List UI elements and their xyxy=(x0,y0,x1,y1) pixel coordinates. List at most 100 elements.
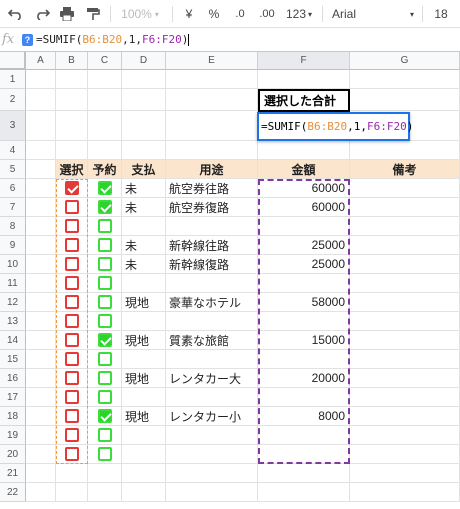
formula-text[interactable]: =SUMIF(B6:B20,1,F6:F20) xyxy=(36,33,190,46)
column-header-f[interactable]: F xyxy=(258,52,350,70)
cell-c21[interactable] xyxy=(88,464,122,483)
column-header-e[interactable]: E xyxy=(166,52,258,70)
row-header-13[interactable]: 13 xyxy=(0,312,26,331)
row-header-15[interactable]: 15 xyxy=(0,350,26,369)
cell-a8[interactable] xyxy=(26,217,56,236)
column-header-c[interactable]: C xyxy=(88,52,122,70)
payment-cell[interactable] xyxy=(122,426,166,445)
cell-g2[interactable] xyxy=(350,89,460,111)
paint-format-icon[interactable] xyxy=(83,0,103,28)
cell-b22[interactable] xyxy=(56,483,88,502)
cell-d4[interactable] xyxy=(122,141,166,160)
cell-g10[interactable] xyxy=(350,255,460,274)
reserve-checkbox[interactable] xyxy=(97,352,112,366)
cell-a5[interactable] xyxy=(26,160,56,179)
reserve-checkbox[interactable] xyxy=(97,333,112,347)
cell-g20[interactable] xyxy=(350,445,460,464)
cell-g8[interactable] xyxy=(350,217,460,236)
cell-g14[interactable] xyxy=(350,331,460,350)
payment-cell[interactable]: 未 xyxy=(122,179,166,198)
purpose-cell[interactable]: 新幹線復路 xyxy=(166,255,258,274)
font-select[interactable]: Arial ▾ xyxy=(332,0,414,28)
percent-button[interactable]: % xyxy=(206,0,222,28)
cell-g1[interactable] xyxy=(350,70,460,89)
cell-c3[interactable] xyxy=(88,111,122,141)
cell-a20[interactable] xyxy=(26,445,56,464)
cell-e2[interactable] xyxy=(166,89,258,111)
print-icon[interactable] xyxy=(57,0,77,28)
payment-cell[interactable] xyxy=(122,388,166,407)
row-header-10[interactable]: 10 xyxy=(0,255,26,274)
cell-e1[interactable] xyxy=(166,70,258,89)
row-header-11[interactable]: 11 xyxy=(0,274,26,293)
cell-g16[interactable] xyxy=(350,369,460,388)
cell-g11[interactable] xyxy=(350,274,460,293)
cell-g17[interactable] xyxy=(350,388,460,407)
payment-cell[interactable] xyxy=(122,312,166,331)
cell-d22[interactable] xyxy=(122,483,166,502)
cell-a19[interactable] xyxy=(26,426,56,445)
cell-c4[interactable] xyxy=(88,141,122,160)
row-header-3[interactable]: 3 xyxy=(0,111,26,141)
purpose-cell[interactable]: 新幹線往路 xyxy=(166,236,258,255)
row-header-9[interactable]: 9 xyxy=(0,236,26,255)
reserve-checkbox[interactable] xyxy=(97,238,112,252)
select-all-corner[interactable] xyxy=(0,52,26,70)
payment-cell[interactable] xyxy=(122,350,166,369)
payment-cell[interactable]: 未 xyxy=(122,236,166,255)
reserve-checkbox[interactable] xyxy=(97,390,112,404)
row-header-2[interactable]: 2 xyxy=(0,89,26,111)
cell-g18[interactable] xyxy=(350,407,460,426)
payment-cell[interactable] xyxy=(122,445,166,464)
payment-cell[interactable]: 未 xyxy=(122,255,166,274)
row-header-17[interactable]: 17 xyxy=(0,388,26,407)
row-header-21[interactable]: 21 xyxy=(0,464,26,483)
sheet-grid[interactable]: A B C D E F G 1 2 3 4 5 6 7 8 9 10 11 12 13 14 15 16 17 18 19 20 21… xyxy=(0,52,460,509)
cell-d1[interactable] xyxy=(122,70,166,89)
row-header-4[interactable]: 4 xyxy=(0,141,26,160)
row-header-6[interactable]: 6 xyxy=(0,179,26,198)
column-header-g[interactable]: G xyxy=(350,52,460,70)
reserve-checkbox[interactable] xyxy=(97,447,112,461)
cell-f22[interactable] xyxy=(258,483,350,502)
cell-g12[interactable] xyxy=(350,293,460,312)
reserve-checkbox[interactable] xyxy=(97,295,112,309)
reserve-checkbox[interactable] xyxy=(97,276,112,290)
row-header-16[interactable]: 16 xyxy=(0,369,26,388)
cell-g6[interactable] xyxy=(350,179,460,198)
row-header-8[interactable]: 8 xyxy=(0,217,26,236)
row-header-5[interactable]: 5 xyxy=(0,160,26,179)
reserve-checkbox[interactable] xyxy=(97,428,112,442)
cell-b2[interactable] xyxy=(56,89,88,111)
purpose-cell[interactable] xyxy=(166,274,258,293)
cell-a15[interactable] xyxy=(26,350,56,369)
cell-b3[interactable] xyxy=(56,111,88,141)
reserve-checkbox[interactable] xyxy=(97,257,112,271)
payment-cell[interactable] xyxy=(122,217,166,236)
cell-c1[interactable] xyxy=(88,70,122,89)
payment-cell[interactable] xyxy=(122,274,166,293)
font-size-input[interactable]: 18 xyxy=(430,0,452,28)
cell-e4[interactable] xyxy=(166,141,258,160)
cell-a9[interactable] xyxy=(26,236,56,255)
reserve-checkbox[interactable] xyxy=(97,219,112,233)
cell-d2[interactable] xyxy=(122,89,166,111)
total-title-cell[interactable]: 選択した合計 xyxy=(258,89,350,112)
cell-e3[interactable] xyxy=(166,111,258,141)
cell-a6[interactable] xyxy=(26,179,56,198)
purpose-cell[interactable] xyxy=(166,217,258,236)
purpose-cell[interactable] xyxy=(166,312,258,331)
reserve-checkbox[interactable] xyxy=(97,314,112,328)
cell-a22[interactable] xyxy=(26,483,56,502)
decrease-decimal-button[interactable]: .0 xyxy=(230,0,250,28)
increase-decimal-button[interactable]: .00 xyxy=(256,0,278,28)
payment-cell[interactable]: 現地 xyxy=(122,407,166,426)
payment-cell[interactable]: 現地 xyxy=(122,369,166,388)
cell-a18[interactable] xyxy=(26,407,56,426)
cell-d3[interactable] xyxy=(122,111,166,141)
cell-d21[interactable] xyxy=(122,464,166,483)
cell-a14[interactable] xyxy=(26,331,56,350)
purpose-cell[interactable]: 航空券往路 xyxy=(166,179,258,198)
cell-a17[interactable] xyxy=(26,388,56,407)
row-header-19[interactable]: 19 xyxy=(0,426,26,445)
